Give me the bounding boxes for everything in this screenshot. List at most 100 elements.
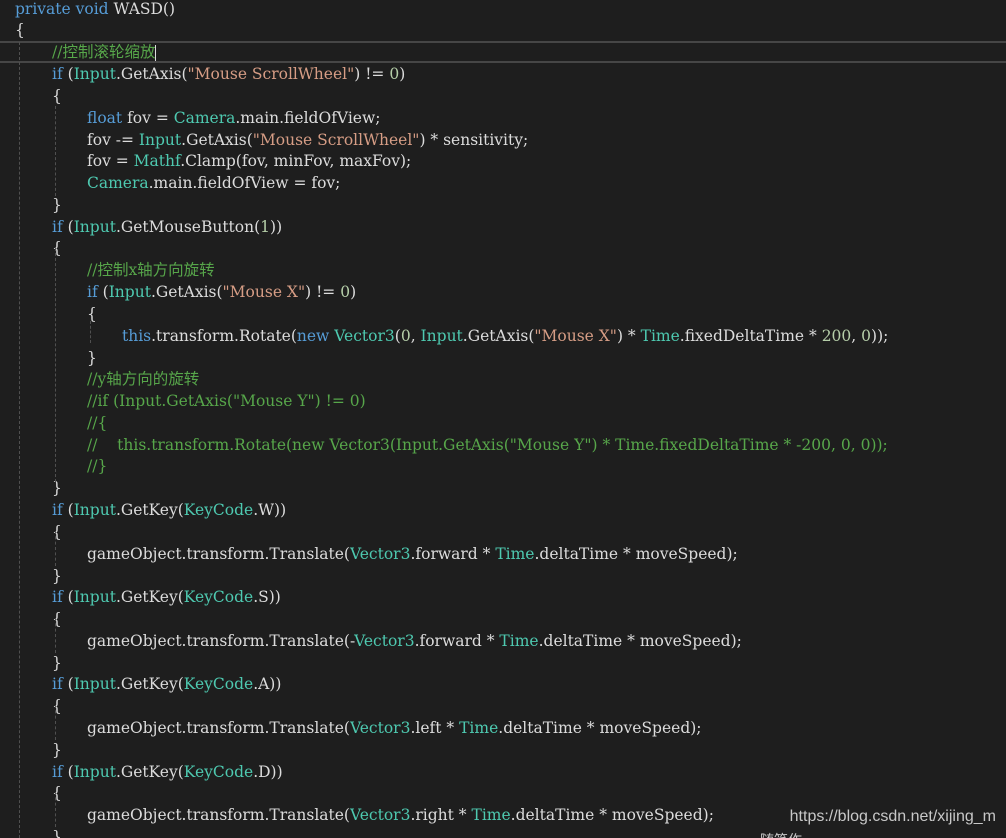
code-token: 0 — [389, 65, 400, 83]
code-token: .fixedDeltaTime * — [679, 327, 822, 345]
code-token: Input — [73, 588, 116, 606]
code-line-current[interactable]: //控制滚轮缩放 — [0, 41, 1006, 63]
code-token: //控制滚轮缩放 — [52, 43, 156, 61]
code-token: .left * — [410, 719, 460, 737]
code-token: ( — [62, 675, 74, 693]
code-token: .deltaTime * moveSpeed); — [534, 545, 738, 563]
code-token: Input — [73, 65, 116, 83]
code-text: //if (Input.GetAxis("Mouse Y") != 0) — [87, 390, 366, 412]
code-token: if — [52, 588, 63, 606]
code-token: void — [75, 0, 109, 18]
code-text: if (Input.GetAxis("Mouse X") != 0) — [87, 281, 356, 303]
code-text: { — [52, 695, 62, 717]
indent-guide — [55, 106, 56, 196]
code-text: if (Input.GetKey(KeyCode.A)) — [52, 673, 281, 695]
code-token: Vector3 — [349, 806, 411, 824]
code-token: ) * sensitivity; — [419, 131, 529, 149]
code-token: if — [52, 65, 63, 83]
code-token: Input — [73, 501, 116, 519]
indent-guide — [55, 618, 56, 653]
code-token: .right * — [410, 806, 472, 824]
code-token: ) * — [616, 327, 641, 345]
code-token: ( — [62, 65, 74, 83]
code-token: Input — [108, 283, 151, 301]
indent-guide — [55, 705, 56, 740]
code-token: Input — [73, 763, 116, 781]
code-token: fov -= — [87, 131, 139, 149]
code-token: ) != — [305, 283, 341, 301]
code-token: ( — [62, 501, 74, 519]
watermark-cut-text: 随笔作 — [760, 830, 802, 838]
indent-guide — [55, 792, 56, 827]
code-token: fov = — [87, 152, 134, 170]
code-token: //y轴方向的旋转 — [87, 370, 200, 388]
code-token: , — [410, 327, 421, 345]
code-text: //控制x轴方向旋转 — [87, 259, 215, 281]
code-token: 0 — [340, 283, 351, 301]
code-token: this — [122, 327, 152, 345]
code-token: .GetKey( — [115, 588, 184, 606]
code-token: Time — [471, 806, 511, 824]
code-token: float — [87, 109, 123, 127]
code-text: fov -= Input.GetAxis("Mouse ScrollWheel"… — [87, 129, 528, 151]
code-text: { — [87, 303, 97, 325]
code-text: gameObject.transform.Translate(Vector3.f… — [87, 543, 738, 565]
code-text: if (Input.GetKey(KeyCode.S)) — [52, 586, 281, 608]
code-editor[interactable]: private void WASD(){//控制滚轮缩放 if (Input.Ge… — [0, 0, 1006, 838]
code-token: if — [87, 283, 98, 301]
code-text: { — [52, 521, 62, 543]
code-token: .GetAxis( — [462, 327, 535, 345]
code-token: fov = — [122, 109, 174, 127]
code-token: Input — [73, 675, 116, 693]
code-token: .deltaTime * moveSpeed); — [538, 632, 742, 650]
code-text: } — [52, 826, 62, 838]
code-token: ( — [97, 283, 109, 301]
code-token: Vector3 — [354, 632, 415, 650]
code-token: .main.fieldOfView = fov; — [148, 174, 341, 192]
code-token: 1 — [260, 218, 271, 236]
code-token: ( — [62, 218, 74, 236]
code-text: { — [52, 782, 62, 804]
code-token: Input — [73, 218, 116, 236]
code-text: } — [52, 739, 62, 761]
code-token: { — [52, 784, 62, 802]
code-text: { — [52, 608, 62, 630]
code-token: Input — [138, 131, 182, 149]
code-text: if (Input.GetKey(KeyCode.D)) — [52, 761, 283, 783]
code-token: "Mouse ScrollWheel" — [252, 131, 420, 149]
code-token: )) — [270, 218, 283, 236]
code-token: ) — [350, 283, 357, 301]
code-text: // this.transform.Rotate(new Vector3(Inp… — [87, 434, 888, 456]
code-token: .A)) — [253, 675, 282, 693]
code-token: KeyCode — [183, 588, 254, 606]
code-token: 0 — [400, 327, 411, 345]
code-token: .GetAxis( — [115, 65, 188, 83]
code-token: // this.transform.Rotate(new Vector3(Inp… — [87, 436, 888, 454]
code-token: gameObject.transform.Translate(- — [87, 632, 355, 650]
code-token: .GetKey( — [115, 763, 184, 781]
code-token: .deltaTime * moveSpeed); — [498, 719, 702, 737]
code-token: .forward * — [410, 545, 496, 563]
code-text: //y轴方向的旋转 — [87, 368, 199, 390]
code-text: } — [52, 477, 62, 499]
code-token: .Clamp(fov, minFov, maxFov); — [180, 152, 412, 170]
code-token: } — [52, 196, 62, 214]
code-token: if — [52, 501, 63, 519]
code-token: gameObject.transform.Translate( — [87, 545, 350, 563]
code-token: "Mouse ScrollWheel" — [187, 65, 355, 83]
code-token: "Mouse X" — [222, 283, 306, 301]
code-token: .main.fieldOfView; — [235, 109, 381, 127]
code-token: .GetKey( — [115, 501, 184, 519]
code-text: if (Input.GetAxis("Mouse ScrollWheel") !… — [52, 63, 405, 85]
code-text: } — [52, 194, 62, 216]
code-token: private — [15, 0, 71, 18]
code-text: fov = Mathf.Clamp(fov, minFov, maxFov); — [87, 150, 411, 172]
code-token: Mathf — [133, 152, 181, 170]
code-token: ( — [62, 588, 74, 606]
code-text: if (Input.GetKey(KeyCode.W)) — [52, 499, 286, 521]
code-text: } — [87, 347, 97, 369]
code-token: Time — [459, 719, 499, 737]
code-token: KeyCode — [183, 675, 254, 693]
code-token: Camera — [87, 174, 149, 192]
code-token: //} — [87, 457, 108, 475]
